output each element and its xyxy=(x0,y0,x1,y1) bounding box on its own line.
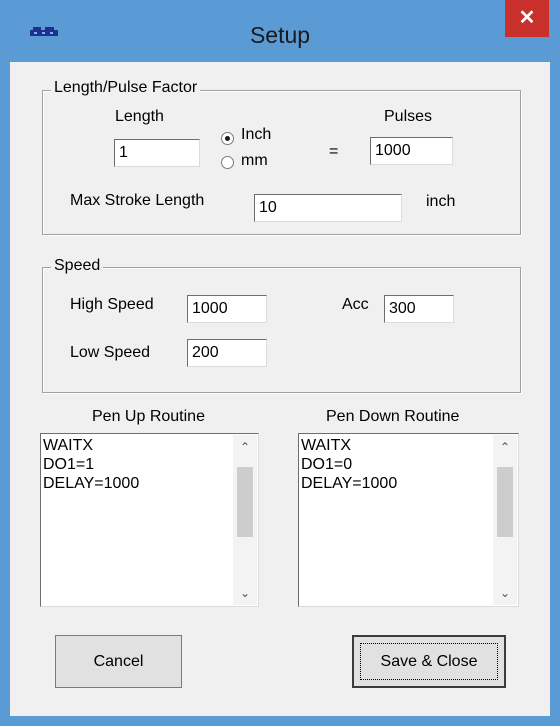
low-speed-label: Low Speed xyxy=(70,344,151,361)
save-close-button-label: Save & Close xyxy=(380,653,478,670)
max-stroke-input[interactable]: 10 xyxy=(254,194,402,222)
close-icon: ✕ xyxy=(518,7,536,29)
title-bar[interactable]: Setup ✕ xyxy=(0,0,560,62)
save-close-button[interactable]: Save & Close xyxy=(352,635,506,688)
speed-group-label: Speed xyxy=(51,257,104,275)
length-input[interactable]: 1 xyxy=(114,139,200,167)
cancel-button-label: Cancel xyxy=(93,653,144,670)
pen-up-routine-textarea[interactable]: WAITX DO1=1 DELAY=1000 ⌃ ⌄ xyxy=(40,433,259,607)
mm-radio-label[interactable]: mm xyxy=(241,152,268,170)
acc-label: Acc xyxy=(342,296,369,313)
scroll-thumb[interactable] xyxy=(497,467,513,537)
mm-radio[interactable] xyxy=(221,156,234,169)
high-speed-input[interactable]: 1000 xyxy=(187,295,267,323)
pulses-input[interactable]: 1000 xyxy=(370,137,453,165)
acc-input[interactable]: 300 xyxy=(384,295,454,323)
high-speed-label: High Speed xyxy=(70,296,154,313)
scroll-down-icon[interactable]: ⌄ xyxy=(493,581,517,605)
scroll-up-icon[interactable]: ⌃ xyxy=(233,435,257,459)
pen-down-label: Pen Down Routine xyxy=(326,408,460,425)
equals-sign: = xyxy=(329,143,339,160)
pen-up-scrollbar[interactable]: ⌃ ⌄ xyxy=(233,435,257,605)
low-speed-input[interactable]: 200 xyxy=(187,339,267,367)
max-stroke-label: Max Stroke Length xyxy=(70,192,205,209)
pen-down-routine-textarea[interactable]: WAITX DO1=0 DELAY=1000 ⌃ ⌄ xyxy=(298,433,519,607)
speed-group xyxy=(42,267,521,393)
setup-dialog: Setup ✕ Length/Pulse Factor Length 1 Inc… xyxy=(0,0,560,726)
pen-up-label: Pen Up Routine xyxy=(92,408,205,425)
close-button[interactable]: ✕ xyxy=(505,0,549,37)
cancel-button[interactable]: Cancel xyxy=(55,635,182,688)
inch-radio-label[interactable]: Inch xyxy=(241,126,271,144)
inch-radio[interactable] xyxy=(221,132,234,145)
scroll-down-icon[interactable]: ⌄ xyxy=(233,581,257,605)
scroll-thumb[interactable] xyxy=(237,467,253,537)
dialog-body: Length/Pulse Factor Length 1 Inch mm = P… xyxy=(10,62,550,716)
pen-down-routine-text[interactable]: WAITX DO1=0 DELAY=1000 xyxy=(301,436,492,493)
scroll-up-icon[interactable]: ⌃ xyxy=(493,435,517,459)
pen-down-scrollbar[interactable]: ⌃ ⌄ xyxy=(493,435,517,605)
pen-up-routine-text[interactable]: WAITX DO1=1 DELAY=1000 xyxy=(43,436,232,493)
window-title: Setup xyxy=(249,22,311,48)
length-pulse-group-label: Length/Pulse Factor xyxy=(51,79,201,97)
max-stroke-unit: inch xyxy=(426,193,456,210)
length-label: Length xyxy=(115,108,164,125)
pulses-label: Pulses xyxy=(384,108,433,125)
